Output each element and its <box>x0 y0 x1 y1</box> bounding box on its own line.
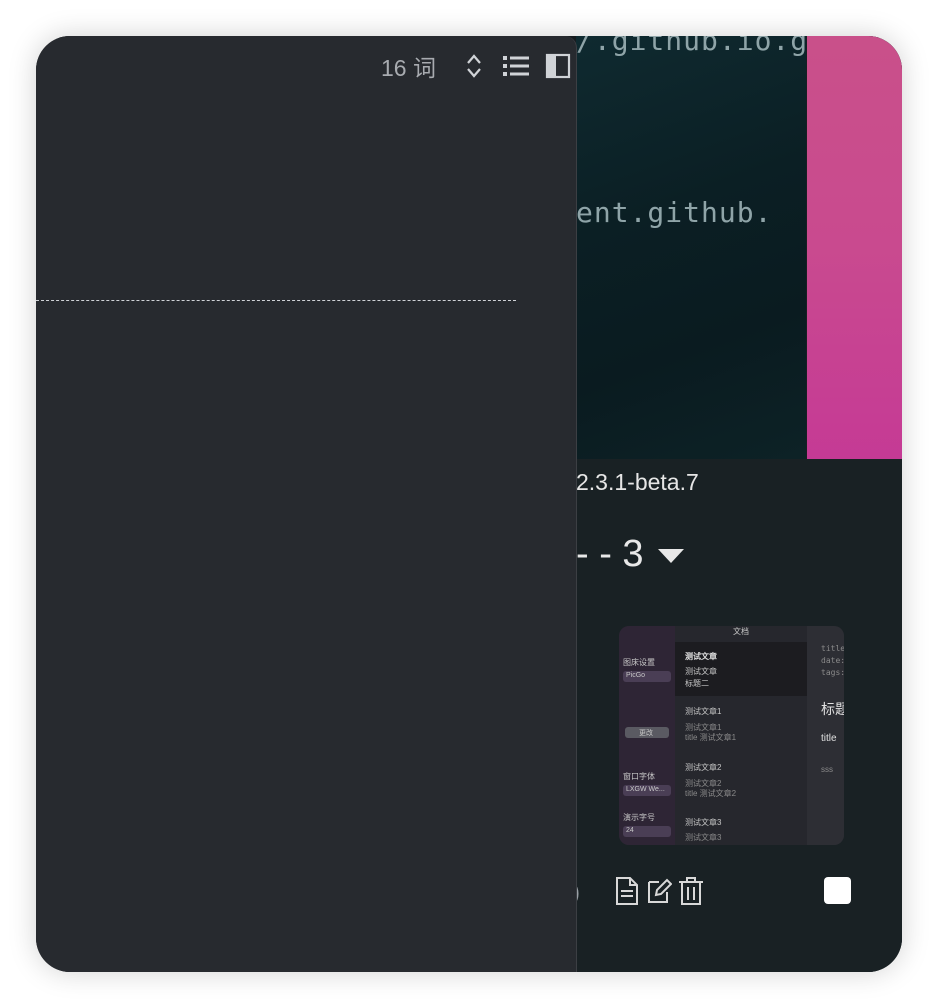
thumb-item-sub: title 测试文章1 <box>685 733 737 742</box>
thumbnail-preview-pane: title date: tags: 标题 title sss <box>807 626 844 845</box>
thumb-item-sub: 测试文章3 <box>685 833 722 842</box>
theme-dropdown[interactable]: - - 3 <box>576 531 684 577</box>
theme-preview-thumbnail[interactable]: 图床设置 PicGo 更改 窗口字体 LXGW We... 演示字号 24 文档… <box>619 626 844 845</box>
thumbnail-doc-list: 文档 测试文章 测试文章 标题二 测试文章1 测试文章1 title 测试文章1… <box>675 626 807 845</box>
pink-wallpaper-strip <box>807 36 902 459</box>
code-text-line-2: ent.github. <box>576 196 773 229</box>
thumb-meta: title <box>821 644 844 653</box>
outline-list-icon[interactable] <box>498 48 534 84</box>
thumb-label: 图床设置 <box>623 658 655 667</box>
background-app: /.github.io.g ent.github. 2.3.1-beta.7 -… <box>572 36 902 972</box>
caret-down-icon <box>657 549 684 563</box>
thumb-button-label: 更改 <box>639 730 653 737</box>
sort-toggle-icon[interactable] <box>456 48 492 84</box>
thumb-select-value: PicGo <box>626 672 646 679</box>
sidebar-toggle-icon[interactable] <box>540 48 576 84</box>
thumb-item-sub: title 测试文章2 <box>685 789 737 798</box>
thumb-label: 窗口字体 <box>623 772 655 781</box>
thumb-item-sub: 标题二 <box>685 679 709 688</box>
app-window: /.github.io.g ent.github. 2.3.1-beta.7 -… <box>36 36 902 972</box>
dropdown-value: - - 3 <box>576 532 644 575</box>
thumb-body: sss <box>821 765 833 774</box>
page-break-line <box>36 300 516 301</box>
thumb-item-title: 测试文章2 <box>685 763 722 772</box>
background-photo: /.github.io.g ent.github. <box>576 36 806 459</box>
thumb-meta: tags: <box>821 668 844 677</box>
version-label: 2.3.1-beta.7 <box>576 469 699 495</box>
thumb-item-title: 测试文章 <box>685 652 717 661</box>
thumb-item-title: 测试文章1 <box>685 707 722 716</box>
thumb-select-value: LXGW We... <box>626 786 665 793</box>
code-text-line-1: /.github.io.g <box>576 36 806 57</box>
word-count: 16 词 <box>381 55 436 81</box>
document-icon[interactable] <box>612 874 642 908</box>
trash-icon[interactable] <box>676 874 706 908</box>
thumb-item-title: 测试文章3 <box>685 818 722 827</box>
edit-icon[interactable] <box>644 874 674 908</box>
thumb-item-sub: 测试文章 <box>685 667 717 676</box>
editor-panel[interactable]: 16 词 <box>36 36 577 972</box>
thumb-heading: 标题 <box>821 701 844 717</box>
thumb-list-header: 文档 <box>733 627 749 636</box>
doc-actions <box>612 874 706 908</box>
thumbnail-sidebar: 图床设置 PicGo 更改 窗口字体 LXGW We... 演示字号 24 <box>619 626 675 845</box>
thumb-subheading: title <box>821 733 837 744</box>
editor-toolbar: 16 词 <box>381 48 576 84</box>
checkbox[interactable] <box>824 877 851 904</box>
thumb-select-value: 24 <box>626 827 634 834</box>
thumb-meta: date: <box>821 656 844 665</box>
thumb-label: 演示字号 <box>623 813 655 822</box>
